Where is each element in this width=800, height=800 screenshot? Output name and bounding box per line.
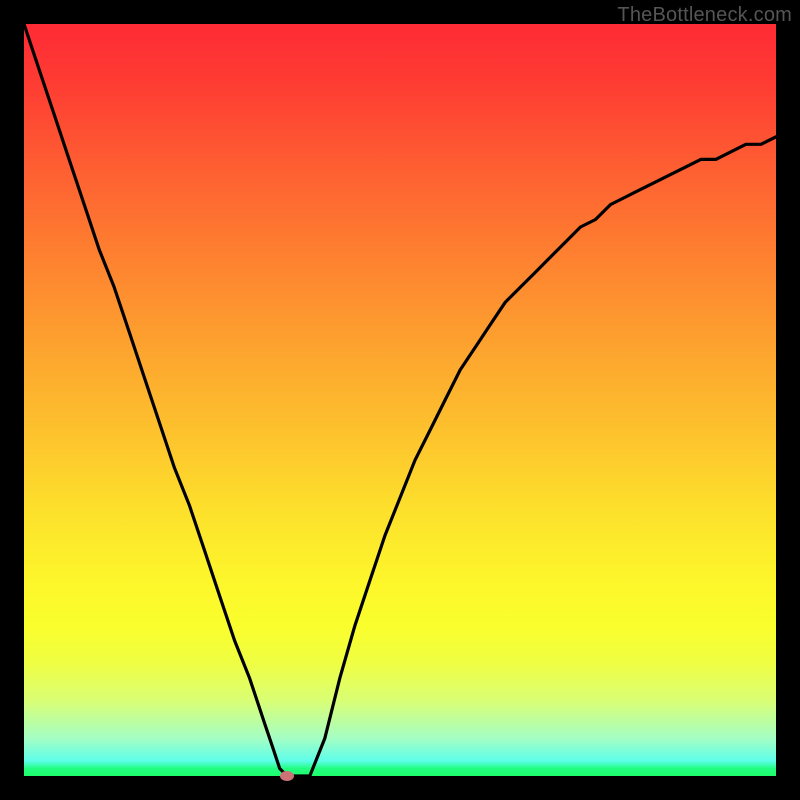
- chart-frame: TheBottleneck.com: [0, 0, 800, 800]
- minimum-marker-dot: [280, 771, 294, 781]
- bottleneck-curve: [24, 24, 776, 776]
- watermark-text: TheBottleneck.com: [617, 4, 792, 27]
